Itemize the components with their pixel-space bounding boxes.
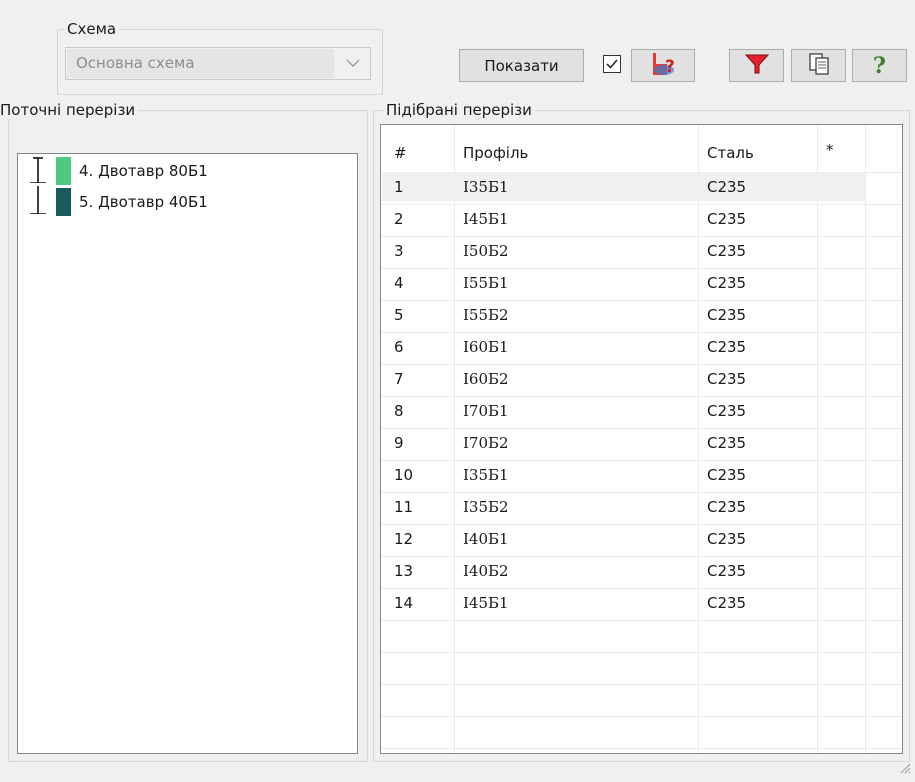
row-divider — [381, 556, 902, 557]
cell-index: 14 — [394, 594, 414, 612]
reset-selection-button[interactable]: ? — [631, 49, 695, 82]
cell-steel: С235 — [707, 306, 747, 324]
cell-profile: I45Б1 — [463, 594, 509, 612]
section-color-swatch — [56, 188, 71, 216]
row-divider — [381, 172, 902, 173]
cell-index: 3 — [394, 242, 404, 260]
i-beam-icon — [26, 155, 50, 187]
cell-profile: I60Б1 — [463, 338, 509, 356]
column-header-index[interactable]: # — [394, 144, 407, 162]
row-divider — [381, 204, 902, 205]
cell-index: 5 — [394, 306, 404, 324]
show-checkbox[interactable] — [603, 55, 621, 73]
cell-steel: С235 — [707, 562, 747, 580]
cell-steel: С235 — [707, 402, 747, 420]
cell-profile: I40Б1 — [463, 530, 509, 548]
row-divider — [381, 652, 902, 653]
cell-profile: I35Б2 — [463, 498, 509, 516]
cell-index: 8 — [394, 402, 404, 420]
column-header-profile[interactable]: Профіль — [463, 144, 528, 162]
row-divider — [381, 684, 902, 685]
status-bar — [0, 762, 915, 782]
section-label: 4. Двотавр 80Б1 — [79, 162, 208, 180]
cell-steel: С235 — [707, 274, 747, 292]
cell-profile: I35Б1 — [463, 466, 509, 484]
help-button[interactable]: ? — [852, 49, 907, 82]
filter-icon — [744, 52, 770, 80]
row-divider — [381, 428, 902, 429]
row-divider — [381, 332, 902, 333]
cell-profile: I70Б1 — [463, 402, 509, 420]
cell-steel: С235 — [707, 594, 747, 612]
row-divider — [381, 620, 902, 621]
row-divider — [381, 588, 902, 589]
checkmark-icon — [606, 59, 618, 69]
list-item[interactable]: 5. Двотавр 40Б1 — [26, 186, 208, 218]
row-divider — [381, 364, 902, 365]
cell-index: 12 — [394, 530, 414, 548]
column-header-star[interactable]: * — [826, 141, 834, 159]
row-divider — [381, 716, 902, 717]
cell-index: 7 — [394, 370, 404, 388]
current-sections-list[interactable]: 4. Двотавр 80Б1 5. Двотавр 40Б1 — [17, 153, 358, 754]
cell-index: 4 — [394, 274, 404, 292]
chevron-down-icon[interactable] — [346, 53, 360, 77]
cell-steel: С235 — [707, 370, 747, 388]
scheme-select-value: Основна схема — [76, 54, 195, 72]
cell-profile: I45Б1 — [463, 210, 509, 228]
cell-steel: С235 — [707, 434, 747, 452]
scheme-legend: Схема — [64, 20, 120, 38]
cell-steel: С235 — [707, 210, 747, 228]
cell-index: 6 — [394, 338, 404, 356]
cell-profile: I35Б1 — [463, 178, 509, 196]
row-divider — [381, 492, 902, 493]
row-divider — [381, 524, 902, 525]
column-header-steel[interactable]: Сталь — [707, 144, 754, 162]
cell-index: 9 — [394, 434, 404, 452]
cell-steel: С235 — [707, 498, 747, 516]
row-divider — [381, 300, 902, 301]
cell-steel: С235 — [707, 466, 747, 484]
filter-button[interactable] — [729, 49, 784, 82]
section-color-swatch — [56, 157, 71, 185]
copy-icon — [806, 51, 832, 81]
row-divider — [381, 268, 902, 269]
cell-steel: С235 — [707, 338, 747, 356]
row-divider — [381, 236, 902, 237]
cell-index: 11 — [394, 498, 414, 516]
cell-steel: С235 — [707, 530, 747, 548]
list-item[interactable]: 4. Двотавр 80Б1 — [26, 157, 208, 185]
row-divider — [381, 748, 902, 749]
show-button[interactable]: Показати — [459, 49, 584, 82]
cell-index: 2 — [394, 210, 404, 228]
selected-sections-table[interactable]: 1 I35Б1 С235 2 I45Б1 С235 3 I50Б2 С235 4 I55Б1 С235… — [380, 124, 903, 754]
scheme-select[interactable]: Основна схема — [65, 47, 371, 80]
cell-profile: I55Б1 — [463, 274, 509, 292]
current-sections-legend: Поточні перерізи — [0, 101, 139, 119]
row-divider — [381, 396, 902, 397]
selected-sections-legend: Підібрані перерізи — [383, 101, 535, 119]
cell-steel: С235 — [707, 242, 747, 260]
cell-profile: I50Б2 — [463, 242, 509, 260]
cell-index: 13 — [394, 562, 414, 580]
cell-profile: I60Б2 — [463, 370, 509, 388]
resize-grip-icon[interactable] — [899, 760, 911, 778]
help-icon: ? — [873, 52, 886, 79]
cell-index: 10 — [394, 466, 414, 484]
reset-selection-icon: ? — [645, 50, 681, 82]
copy-button[interactable] — [791, 49, 846, 82]
cell-steel: С235 — [707, 178, 747, 196]
cell-profile: I40Б2 — [463, 562, 509, 580]
section-label: 5. Двотавр 40Б1 — [79, 193, 208, 211]
row-divider — [381, 460, 902, 461]
cell-index: 1 — [394, 178, 404, 196]
cell-profile: I55Б2 — [463, 306, 509, 324]
svg-text:?: ? — [665, 57, 675, 77]
i-beam-icon — [26, 186, 50, 218]
cell-profile: I70Б2 — [463, 434, 509, 452]
